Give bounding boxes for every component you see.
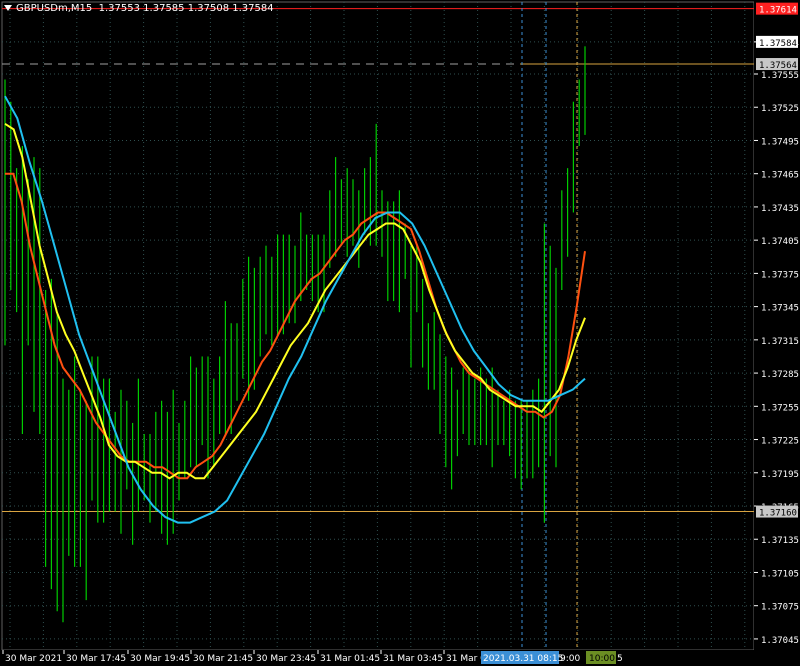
time-tick-label: 31 Mar 03:45 bbox=[383, 654, 443, 664]
price-tick-label: 1.37345 bbox=[761, 304, 799, 314]
time-tick-label: 31 Mar 01:45 bbox=[320, 654, 380, 664]
price-chart[interactable]: 1.37584 1.37555 1.37525 1.37495 1.37465 1.374… bbox=[0, 0, 800, 666]
time-tag-green: 10:00 bbox=[589, 654, 615, 664]
price-tick-label: 1.37255 bbox=[761, 403, 799, 413]
time-tag-tail: 5 bbox=[617, 654, 623, 664]
vertical-lines bbox=[521, 2, 578, 650]
time-tick-label: 30 Mar 17:45 bbox=[66, 654, 126, 664]
price-tick-label: 1.37495 bbox=[761, 137, 799, 147]
price-tick-label: 1.37045 bbox=[761, 636, 799, 646]
lower-level-tag: 1.37160 bbox=[759, 509, 797, 519]
price-tick-label: 1.37465 bbox=[761, 171, 799, 181]
price-tick-label: 1.37375 bbox=[761, 270, 799, 280]
chart-grid bbox=[1, 1, 755, 651]
price-tick-label: 1.37435 bbox=[761, 204, 799, 214]
price-tick-label: 1.37075 bbox=[761, 603, 799, 613]
price-tick-label: 1.37555 bbox=[761, 71, 799, 81]
price-tick-label: 1.37405 bbox=[761, 237, 799, 247]
price-tick-label: 1.37105 bbox=[761, 569, 799, 579]
time-tag-blue: 2021.03.31 08:15 bbox=[483, 654, 563, 664]
upper-level-tag: 1.37564 bbox=[759, 61, 797, 71]
dropdown-triangle-icon[interactable] bbox=[4, 5, 12, 11]
symbol-label: GBPUSDm,M15 bbox=[16, 3, 93, 14]
time-tick-label: 30 Mar 21:45 bbox=[193, 654, 253, 664]
price-axis-bg bbox=[754, 0, 800, 666]
price-tick-label: 1.37135 bbox=[761, 536, 799, 546]
time-tick-label: 30 Mar 19:45 bbox=[130, 654, 190, 664]
chart-header[interactable]: GBPUSDm,M15 1.37553 1.37585 1.37508 1.37… bbox=[4, 3, 274, 14]
red-price-tag: 1.37614 bbox=[759, 6, 797, 16]
time-tag-plain: 9:00 bbox=[560, 654, 580, 664]
price-tick-label: 1.37225 bbox=[761, 437, 799, 447]
price-axis: 1.37584 1.37555 1.37525 1.37495 1.37465 1.374… bbox=[754, 0, 800, 666]
time-axis: 30 Mar 2021 30 Mar 17:45 30 Mar 19:45 30 Ma… bbox=[0, 650, 800, 666]
time-tick-label: 30 Mar 23:45 bbox=[256, 654, 316, 664]
current-price-tag: 1.37584 bbox=[759, 39, 797, 49]
price-tick-label: 1.37285 bbox=[761, 370, 799, 380]
price-bars bbox=[4, 46, 586, 623]
price-tick-label: 1.37525 bbox=[761, 104, 799, 114]
price-tick-label: 1.37195 bbox=[761, 470, 799, 480]
price-tick-label: 1.37315 bbox=[761, 337, 799, 347]
ohlc-values: 1.37553 1.37585 1.37508 1.37584 bbox=[98, 3, 274, 14]
time-tick-label: 30 Mar 2021 bbox=[5, 654, 62, 664]
plot-frame bbox=[1, 1, 755, 651]
